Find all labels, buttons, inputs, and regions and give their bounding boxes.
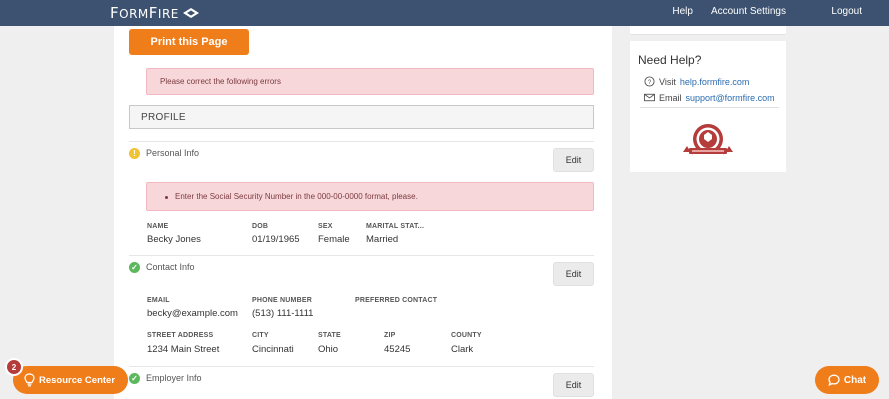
edit-personal-info-button[interactable]: Edit <box>553 148 594 172</box>
notification-badge: 2 <box>5 358 23 376</box>
sex-value: Female <box>318 234 350 245</box>
county-value: Clark <box>451 344 474 355</box>
section-divider <box>129 141 594 142</box>
email-label: EMAIL <box>147 297 170 304</box>
top-nav-links: Help Account Settings Logout <box>672 6 862 17</box>
check-circle-icon: ✓ <box>129 373 140 384</box>
sex-label: SEX <box>318 223 333 230</box>
chat-label: Chat <box>843 374 867 386</box>
resource-center-button[interactable]: Resource Center <box>13 366 128 394</box>
name-label: NAME <box>147 223 169 230</box>
marital-status-value: Married <box>366 234 399 245</box>
ssn-format-error: Enter the Social Security Number in the … <box>146 182 594 211</box>
lightbulb-icon <box>24 373 35 387</box>
state-value: Ohio <box>318 344 339 355</box>
state-label: STATE <box>318 332 341 339</box>
support-email-link[interactable]: support@formfire.com <box>686 93 775 103</box>
security-seal-icon <box>683 124 733 156</box>
nav-logout-link[interactable]: Logout <box>831 6 862 17</box>
help-email-row: Email support@formfire.com <box>644 92 775 103</box>
profile-section-header: PROFILE <box>129 105 594 129</box>
sidebar-top-card <box>630 26 786 35</box>
section-divider <box>129 255 594 256</box>
print-page-button[interactable]: Print this Page <box>129 29 249 55</box>
employer-info-title: Employer Info <box>146 373 202 383</box>
marital-status-label: MARITAL STAT... <box>366 223 425 230</box>
zip-value: 45245 <box>384 344 411 355</box>
error-summary-banner: Please correct the following errors <box>146 68 594 95</box>
chat-bubble-icon <box>828 374 840 386</box>
edit-contact-info-button[interactable]: Edit <box>553 262 594 286</box>
edit-employer-info-button[interactable]: Edit <box>553 373 594 397</box>
city-value: Cincinnati <box>252 344 294 355</box>
name-value: Becky Jones <box>147 234 201 245</box>
question-circle-icon: ? <box>644 76 655 87</box>
section-divider <box>129 366 594 367</box>
contact-info-title: Contact Info <box>146 262 195 272</box>
help-visit-row: ? Visit help.formfire.com <box>644 76 749 87</box>
county-label: COUNTY <box>451 332 482 339</box>
need-help-title: Need Help? <box>638 53 702 67</box>
email-value: becky@example.com <box>147 308 238 319</box>
phone-value: (513) 111-1111 <box>252 308 314 319</box>
logo-diamond-icon <box>182 8 199 18</box>
preferred-contact-label: PREFERRED CONTACT <box>355 297 438 304</box>
zip-label: ZIP <box>384 332 396 339</box>
svg-text:?: ? <box>648 79 652 86</box>
chat-button[interactable]: Chat <box>815 366 879 394</box>
sidebar-divider <box>640 107 779 108</box>
nav-help-link[interactable]: Help <box>672 6 693 17</box>
street-address-value: 1234 Main Street <box>147 344 220 355</box>
dob-label: DOB <box>252 223 269 230</box>
envelope-icon <box>644 93 655 102</box>
resource-center-label: Resource Center <box>39 374 116 386</box>
nav-account-settings-link[interactable]: Account Settings <box>711 6 786 17</box>
help-site-link[interactable]: help.formfire.com <box>680 77 750 87</box>
warning-icon: ! <box>129 148 140 159</box>
personal-info-title: Personal Info <box>146 148 200 158</box>
formfire-logo[interactable]: FORMFIRE <box>110 4 199 22</box>
city-label: CITY <box>252 332 269 339</box>
check-circle-icon: ✓ <box>129 262 140 273</box>
dob-value: 01/19/1965 <box>252 234 300 245</box>
street-address-label: STREET ADDRESS <box>147 332 214 339</box>
phone-label: PHONE NUMBER <box>252 297 312 304</box>
